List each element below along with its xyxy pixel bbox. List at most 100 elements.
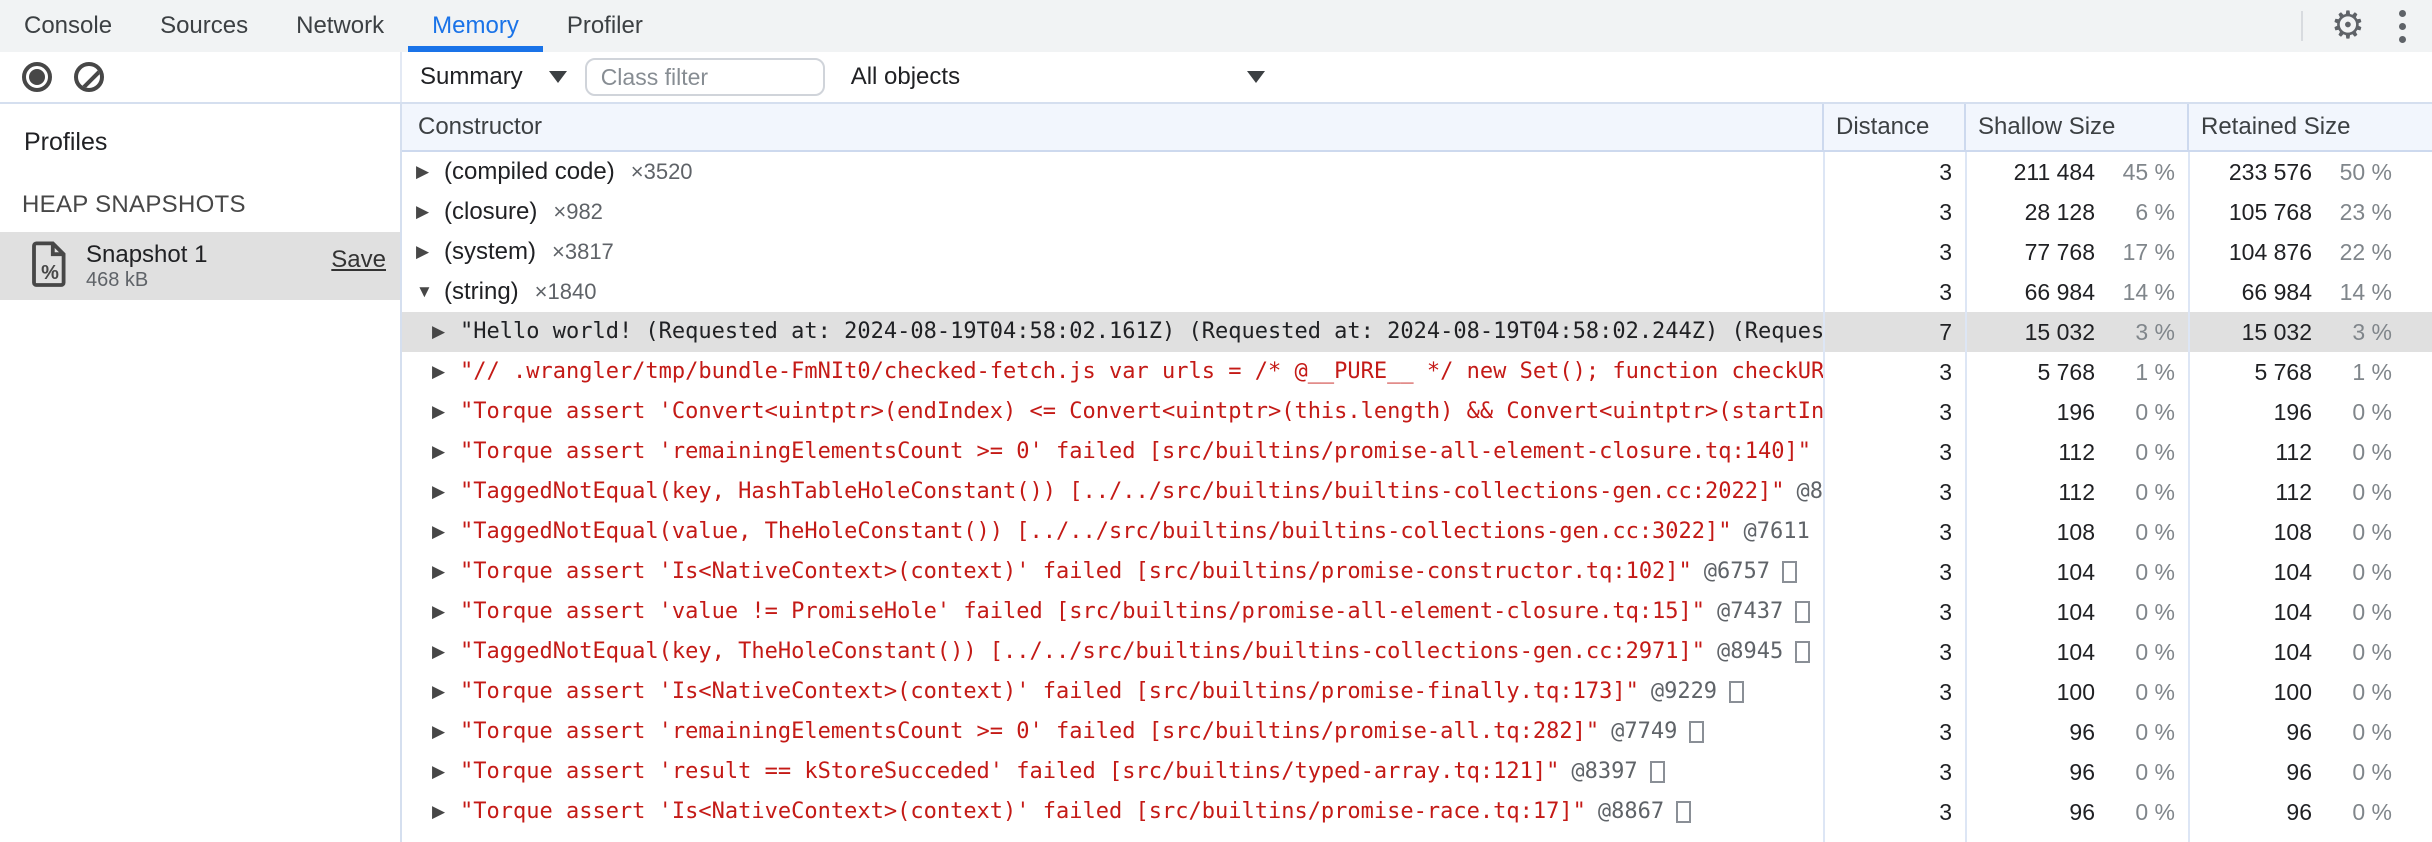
disclosure-collapsed-icon[interactable]: ▶	[416, 232, 444, 272]
objects-scope-select[interactable]: All objects	[841, 63, 1279, 91]
grid-row[interactable]: ▶ "Torque assert 'remainingElementsCount …	[402, 712, 2432, 752]
tab-memory[interactable]: Memory	[408, 0, 543, 52]
retained-size-value: 104 876	[2228, 239, 2312, 265]
retained-size-percent: 14 %	[2339, 279, 2392, 305]
retained-size-percent: 0 %	[2352, 719, 2392, 745]
disclosure-collapsed-icon[interactable]: ▶	[432, 392, 460, 432]
settings-gear-icon[interactable]: ⚙	[2331, 7, 2365, 45]
disclosure-collapsed-icon[interactable]: ▶	[432, 712, 460, 752]
constructor-cell: ▶ "Torque assert 'Is<NativeContext>(conte…	[402, 552, 1824, 592]
shallow-size-percent: 0 %	[2135, 759, 2175, 785]
grid-row[interactable]: ▶ "Torque assert 'Convert<uintptr>(endInd…	[402, 392, 2432, 432]
shallow-size-percent: 0 %	[2135, 639, 2175, 665]
column-header-distance[interactable]: Distance	[1824, 104, 1966, 150]
grid-row[interactable]: ▶ "// .wrangler/tmp/bundle-FmNIt0/checked…	[402, 352, 2432, 392]
box-glyph-icon	[1795, 601, 1811, 623]
object-id: @8945	[1717, 639, 1784, 664]
disclosure-collapsed-icon[interactable]: ▶	[432, 592, 460, 632]
grid-row[interactable]: ▶ (system) ×3817 3 77 768 17 % 104 876 22 %	[402, 232, 2432, 272]
disclosure-collapsed-icon[interactable]: ▶	[432, 552, 460, 592]
shallow-size-cell: 104 0 %	[1966, 552, 2189, 592]
disclosure-collapsed-icon[interactable]: ▶	[432, 312, 460, 352]
retained-size-percent: 0 %	[2352, 479, 2392, 505]
grid-row[interactable]: ▶ "Torque assert 'Is<NativeContext>(conte…	[402, 672, 2432, 712]
column-header-shallow-size[interactable]: Shallow Size	[1966, 104, 2189, 150]
grid-row[interactable]: ▶ "TaggedNotEqual(key, HashTableHoleConst…	[402, 472, 2432, 512]
shallow-size-cell: 66 984 14 %	[1966, 272, 2189, 312]
retained-size-percent: 0 %	[2352, 679, 2392, 705]
disclosure-collapsed-icon[interactable]: ▶	[432, 632, 460, 672]
retained-size-value: 105 768	[2228, 199, 2312, 225]
grid-row[interactable]: ▶ "TaggedNotEqual(key, TheHoleConstant())…	[402, 632, 2432, 672]
clear-profiles-icon[interactable]	[74, 62, 104, 92]
constructor-cell: ▶ "Torque assert 'Convert<uintptr>(endInd…	[402, 392, 1824, 432]
tab-network[interactable]: Network	[272, 0, 408, 52]
tab-sources[interactable]: Sources	[136, 0, 272, 52]
tabbar-right-controls: ⚙	[2300, 0, 2432, 52]
column-header-retained-size[interactable]: Retained Size	[2189, 104, 2432, 150]
retained-size-value: 104	[2273, 639, 2312, 665]
disclosure-collapsed-icon[interactable]: ▶	[432, 352, 460, 392]
shallow-size-value: 96	[2069, 799, 2095, 825]
constructor-name: "Torque assert 'remainingElementsCount >…	[460, 439, 1812, 464]
retained-size-percent: 50 %	[2339, 159, 2392, 185]
object-id: @7749	[1611, 719, 1678, 744]
grid-row[interactable]: ▶ (closure) ×982 3 28 128 6 % 105 768 23 %	[402, 192, 2432, 232]
constructor-name: "Hello world! (Requested at: 2024-08-19T…	[460, 319, 1824, 344]
disclosure-expanded-icon[interactable]: ▼	[416, 272, 444, 312]
tab-console[interactable]: Console	[0, 0, 136, 52]
disclosure-collapsed-icon[interactable]: ▶	[432, 792, 460, 832]
retained-size-value: 108	[2273, 519, 2312, 545]
grid-row[interactable]: ▶ "Torque assert 'remainingElementsCount …	[402, 432, 2432, 472]
disclosure-collapsed-icon[interactable]: ▶	[432, 672, 460, 712]
constructor-cell: ▶ "Torque assert 'remainingElementsCount …	[402, 712, 1824, 752]
tab-profiler[interactable]: Profiler	[543, 0, 667, 52]
constructor-cell: ▶ "Torque assert 'value != PromiseHole' f…	[402, 592, 1824, 632]
grid-row[interactable]: ▶ "TaggedNotEqual(value, TheHoleConstant(…	[402, 512, 2432, 552]
retained-size-percent: 0 %	[2352, 399, 2392, 425]
constructor-name: (closure)	[444, 198, 538, 225]
shallow-size-percent: 14 %	[2122, 279, 2175, 305]
shallow-size-cell: 96 0 %	[1966, 712, 2189, 752]
distance-cell: 3	[1939, 399, 1952, 425]
grid-row[interactable]: ▼ (string) ×1840 3 66 984 14 % 66 984 14 %	[402, 272, 2432, 312]
disclosure-collapsed-icon[interactable]: ▶	[432, 472, 460, 512]
disclosure-collapsed-icon[interactable]: ▶	[432, 752, 460, 792]
constructor-cell: ▶ "Torque assert 'remainingElementsCount …	[402, 432, 1824, 472]
disclosure-collapsed-icon[interactable]: ▶	[432, 512, 460, 552]
disclosure-collapsed-icon[interactable]: ▶	[416, 192, 444, 232]
grid-row[interactable]: ▶ (compiled code) ×3520 3 211 484 45 % 233 576…	[402, 152, 2432, 192]
constructor-cell: ▼ (string) ×1840	[402, 272, 1824, 312]
retained-size-percent: 0 %	[2352, 519, 2392, 545]
constructor-name: "Torque assert 'Is<NativeContext>(contex…	[460, 679, 1639, 704]
constructor-name: (compiled code)	[444, 158, 615, 185]
retained-size-cell: 100 0 %	[2189, 672, 2432, 712]
save-link[interactable]: Save	[331, 246, 386, 274]
column-header-constructor[interactable]: Constructor	[402, 104, 1824, 150]
heap-snapshot-file-icon: %	[30, 241, 70, 292]
shallow-size-cell: 196 0 %	[1966, 392, 2189, 432]
shallow-size-percent: 0 %	[2135, 559, 2175, 585]
class-filter-input[interactable]	[584, 58, 825, 96]
snapshot-list-item[interactable]: % Snapshot 1 468 kB Save	[0, 232, 400, 300]
distance-cell: 3	[1939, 679, 1952, 705]
grid-row[interactable]: ▶ "Torque assert 'Is<NativeContext>(conte…	[402, 792, 2432, 832]
perspective-select[interactable]: Summary	[420, 63, 567, 91]
more-options-kebab-icon[interactable]	[2399, 9, 2406, 43]
grid-row[interactable]: ▶ "Hello world! (Requested at: 2024-08-19…	[402, 312, 2432, 352]
retained-size-percent: 0 %	[2352, 439, 2392, 465]
grid-row[interactable]: ▶ "Torque assert 'value != PromiseHole' f…	[402, 592, 2432, 632]
shallow-size-value: 112	[2058, 439, 2095, 465]
grid-row[interactable]: ▶ "Torque assert 'result == kStoreSuccede…	[402, 752, 2432, 792]
retained-size-value: 96	[2286, 759, 2312, 785]
constructor-name: "// .wrangler/tmp/bundle-FmNIt0/checked-…	[460, 359, 1824, 384]
disclosure-collapsed-icon[interactable]: ▶	[416, 152, 444, 192]
record-heap-snapshot-icon[interactable]	[22, 62, 52, 92]
grid-body: ▶ (compiled code) ×3520 3 211 484 45 % 233 576…	[402, 152, 2432, 842]
retained-size-cell: 108 0 %	[2189, 512, 2432, 552]
retained-size-cell: 104 0 %	[2189, 552, 2432, 592]
retained-size-cell: 96 0 %	[2189, 712, 2432, 752]
constructor-name: (system)	[444, 238, 536, 265]
grid-row[interactable]: ▶ "Torque assert 'Is<NativeContext>(conte…	[402, 552, 2432, 592]
disclosure-collapsed-icon[interactable]: ▶	[432, 432, 460, 472]
